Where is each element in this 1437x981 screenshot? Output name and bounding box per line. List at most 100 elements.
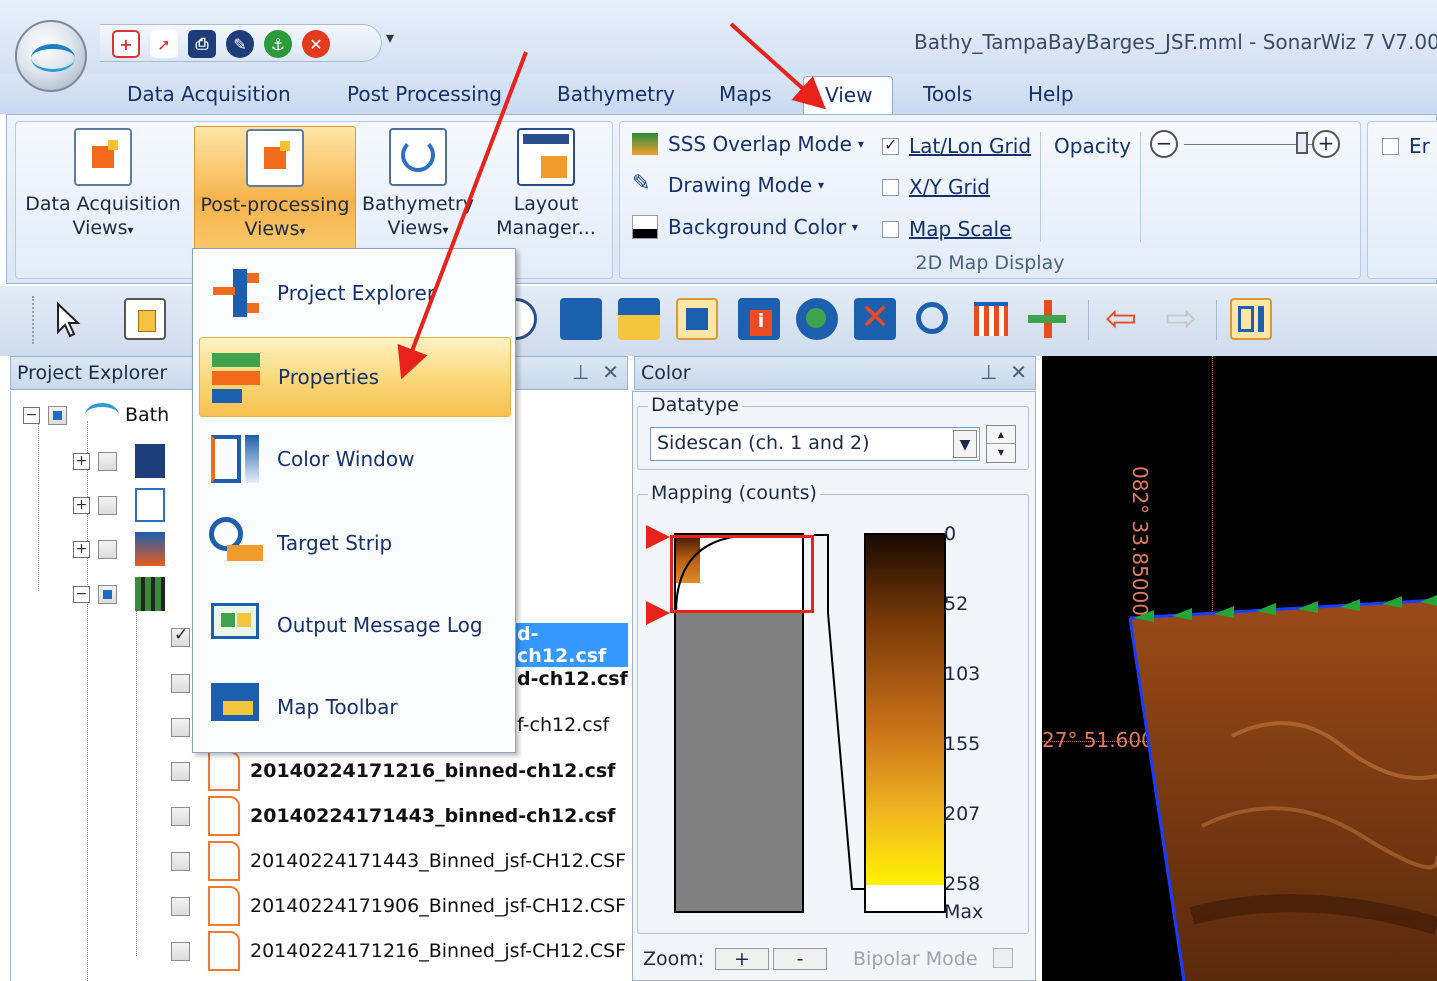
spin-down-icon[interactable]: ▼: [987, 444, 1015, 462]
range-top-handle-icon[interactable]: [646, 525, 670, 549]
chevron-down-icon[interactable]: ▼: [953, 430, 977, 458]
target-strip-icon[interactable]: [912, 298, 954, 340]
expand-icon[interactable]: +: [73, 540, 90, 558]
expand-icon[interactable]: +: [73, 452, 90, 470]
close-circle-icon[interactable]: ✕: [302, 30, 330, 58]
tree-checkbox[interactable]: [98, 584, 117, 604]
checkbox[interactable]: [882, 135, 899, 155]
select-pointer-icon[interactable]: ➚: [150, 30, 178, 58]
selected-file-name[interactable]: d-ch12.csf: [515, 623, 628, 667]
opacity-slider-thumb[interactable]: [1296, 132, 1308, 154]
map-view[interactable]: 082° 33.85000' W 27° 51.60000' N: [1042, 356, 1437, 981]
customize-toolbar-chevron-icon[interactable]: ▾: [386, 28, 394, 47]
tree-folder-row[interactable]: +: [73, 529, 165, 569]
tree-checkbox[interactable]: [98, 451, 117, 471]
menu-item-properties[interactable]: Properties: [199, 337, 511, 417]
tab-help[interactable]: Help: [1028, 82, 1074, 106]
copy-icon[interactable]: [124, 298, 166, 340]
tree-file-row[interactable]: 20140224171906_Binned_jsf-CH12.CSF: [171, 886, 626, 926]
lat-lon-grid-checkbox[interactable]: Lat/Lon Grid: [882, 134, 1031, 158]
bathymetry-views-button[interactable]: Bathymetry Views▾: [360, 126, 476, 250]
tree-checkbox[interactable]: [171, 851, 190, 871]
crosshair-color-icon[interactable]: [1026, 298, 1068, 340]
selection-range-box[interactable]: [670, 535, 814, 613]
expand-icon[interactable]: +: [73, 496, 90, 514]
tree-file-row[interactable]: 20140224171216_Binned_jsf-CH12.CSF: [171, 931, 626, 971]
datatype-spinner[interactable]: ▲ ▼: [986, 425, 1016, 463]
delete-x-icon[interactable]: ✕: [854, 298, 896, 340]
tab-data-acquisition[interactable]: Data Acquisition: [127, 82, 291, 106]
close-icon[interactable]: ✕: [1010, 360, 1027, 384]
color-window-icon[interactable]: [1230, 298, 1272, 340]
tree-checkbox[interactable]: [171, 941, 190, 961]
back-arrow-icon[interactable]: ⇦: [1100, 298, 1142, 340]
sss-overlap-mode-button[interactable]: SSS Overlap Mode ▾: [632, 132, 864, 156]
drawing-mode-button[interactable]: ✎ Drawing Mode ▾: [632, 173, 824, 198]
menu-item-target-strip[interactable]: Target Strip: [199, 503, 511, 583]
checkbox[interactable]: [1382, 137, 1399, 155]
tree-file-row[interactable]: 20140224171443_binned-ch12.csf: [171, 796, 615, 836]
edit-tool-icon[interactable]: ✎: [226, 30, 254, 58]
checkbox[interactable]: [882, 220, 899, 238]
tree-checkbox[interactable]: [171, 761, 190, 781]
collapse-icon[interactable]: −: [73, 585, 90, 603]
menu-item-color-window[interactable]: Color Window: [199, 419, 511, 499]
forward-arrow-icon[interactable]: ⇨: [1160, 298, 1202, 340]
clipped-checkbox-row[interactable]: Er: [1382, 134, 1430, 158]
anchor-icon[interactable]: ⚓: [264, 30, 292, 58]
tree-folder-row[interactable]: +: [73, 485, 165, 525]
grid-lines-icon[interactable]: [970, 298, 1012, 340]
zoom-out-button[interactable]: -: [773, 948, 827, 970]
file-name[interactable]: d-ch12.csf: [517, 668, 628, 690]
color-scale-bar[interactable]: [864, 533, 946, 913]
file-name[interactable]: f-ch12.csf: [517, 714, 609, 736]
refresh-icon[interactable]: [796, 298, 838, 340]
new-project-icon[interactable]: +: [112, 30, 140, 58]
tree-file-row[interactable]: 20140224171443_Binned_jsf-CH12.CSF: [171, 841, 626, 881]
close-icon[interactable]: ✕: [602, 360, 619, 384]
data-acquisition-views-button[interactable]: Data Acquisition Views▾: [18, 126, 188, 250]
tree-checkbox[interactable]: [171, 717, 190, 737]
zoom-plus-icon[interactable]: +: [1312, 130, 1340, 158]
collapse-icon[interactable]: −: [23, 406, 40, 424]
menu-item-map-toolbar[interactable]: Map Toolbar: [199, 667, 511, 747]
tree-checkbox[interactable]: [48, 405, 67, 425]
map-ruler-icon[interactable]: [618, 298, 660, 340]
target-marker-icon[interactable]: [676, 298, 718, 340]
tree-folder-row[interactable]: +: [73, 441, 165, 481]
toolbar-grip[interactable]: [32, 296, 34, 344]
zoom-minus-icon[interactable]: −: [1150, 130, 1178, 158]
map-cursor-icon[interactable]: [560, 298, 602, 340]
tree-checkbox[interactable]: [171, 896, 190, 916]
tree-checkbox[interactable]: [98, 495, 117, 515]
checkbox[interactable]: [882, 178, 899, 196]
pin-icon[interactable]: ⊥: [980, 360, 997, 384]
tab-bathymetry[interactable]: Bathymetry: [557, 82, 675, 106]
print-icon[interactable]: ⎙: [188, 30, 216, 58]
select-arrow-icon[interactable]: [46, 298, 88, 340]
datatype-select[interactable]: Sidescan (ch. 1 and 2) ▼: [650, 427, 980, 461]
spin-up-icon[interactable]: ▲: [987, 426, 1015, 444]
tree-checkbox[interactable]: [171, 673, 190, 693]
tab-tools[interactable]: Tools: [923, 82, 972, 106]
map-scale-checkbox[interactable]: Map Scale: [882, 217, 1011, 241]
tree-checkbox[interactable]: [98, 539, 117, 559]
application-button[interactable]: [15, 20, 87, 92]
menu-item-output-message-log[interactable]: Output Message Log: [199, 585, 511, 665]
tab-post-processing[interactable]: Post Processing: [347, 82, 502, 106]
tree-checkbox[interactable]: [171, 806, 190, 826]
tab-view[interactable]: View: [803, 76, 893, 116]
range-bottom-handle-icon[interactable]: [646, 601, 670, 625]
menu-item-project-explorer[interactable]: Project Explorer: [199, 253, 511, 333]
pin-icon[interactable]: ⊥: [572, 360, 589, 384]
tree-checkbox[interactable]: [171, 625, 190, 647]
zoom-in-button[interactable]: +: [715, 948, 769, 970]
tree-file-row[interactable]: 20140224171216_binned-ch12.csf: [171, 751, 615, 791]
tree-root-row[interactable]: − Bath: [23, 395, 169, 435]
layout-manager-button[interactable]: Layout Manager...: [486, 126, 606, 250]
tab-maps[interactable]: Maps: [719, 82, 772, 106]
info-icon[interactable]: i: [738, 298, 780, 340]
xy-grid-checkbox[interactable]: X/Y Grid: [882, 175, 990, 199]
post-processing-views-button[interactable]: Post-processing Views▾: [194, 126, 356, 250]
background-color-button[interactable]: Background Color ▾: [632, 215, 858, 239]
